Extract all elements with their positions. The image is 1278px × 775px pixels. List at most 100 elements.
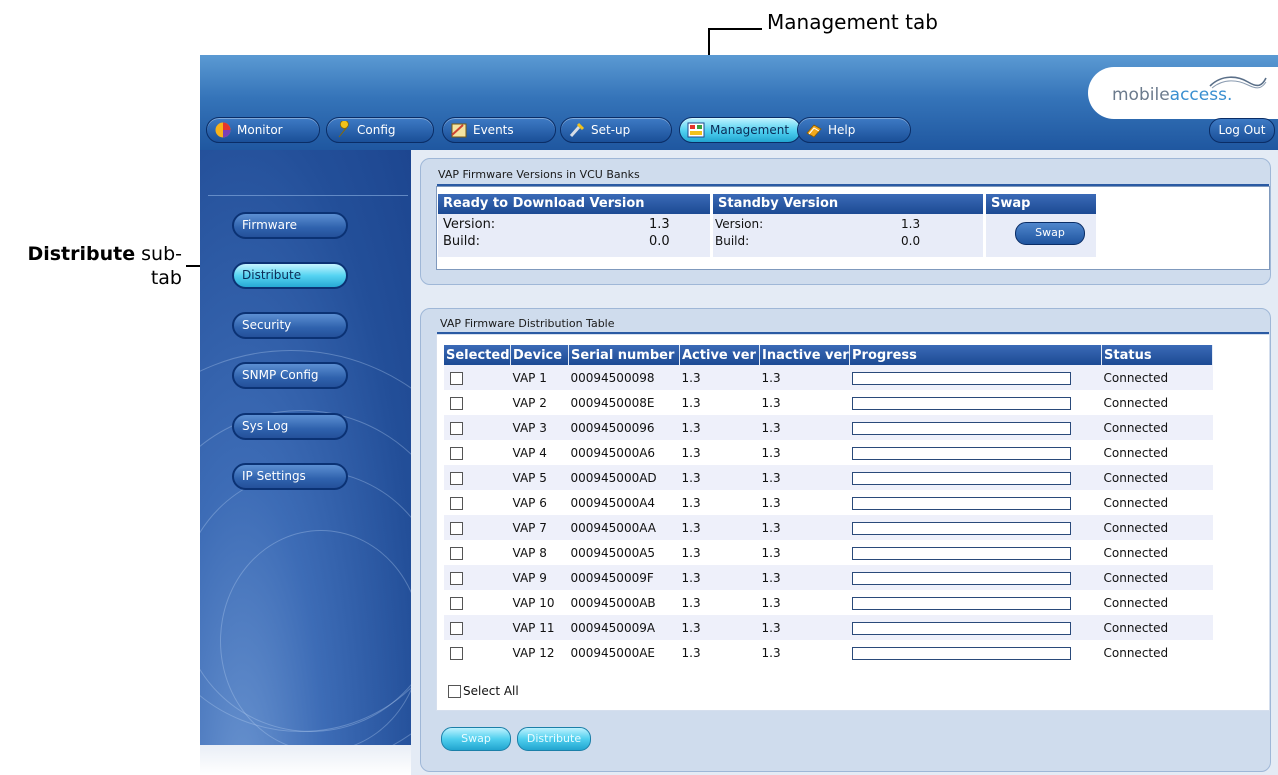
annotation-distribute-bold: Distribute — [27, 243, 136, 265]
select-all-checkbox[interactable] — [448, 685, 461, 698]
table-row: VAP 11 0009450009A 1.3 1.3 Connected — [444, 615, 1213, 640]
sidebar-item-snmp-config[interactable]: SNMP Config — [232, 362, 348, 389]
progress-bar — [851, 496, 1071, 510]
row-select-cell — [444, 490, 511, 515]
logo-text-accent: access. — [1169, 85, 1233, 105]
progress-cell — [849, 515, 1102, 540]
row-checkbox[interactable] — [450, 421, 463, 435]
status-cell: Connected — [1101, 565, 1213, 590]
sidebar-item-distribute[interactable]: Distribute — [232, 262, 348, 289]
row-checkbox[interactable] — [450, 446, 463, 460]
device-cell: VAP 7 — [510, 515, 569, 540]
table-row: VAP 7 000945000AA 1.3 1.3 Connected — [444, 515, 1213, 540]
device-cell: VAP 11 — [510, 615, 569, 640]
device-cell: VAP 9 — [510, 565, 569, 590]
row-checkbox[interactable] — [450, 371, 463, 385]
panel-title: VAP Firmware Versions in VCU Banks — [438, 168, 640, 181]
tab-help[interactable]: Help — [797, 117, 911, 143]
distribution-table: Selected Device Serial number Active ver… — [444, 345, 1213, 665]
progress-cell — [849, 565, 1102, 590]
tab-setup[interactable]: Set-up — [560, 117, 672, 143]
serial-number-cell: 000945000AB — [568, 590, 680, 615]
swap-header: Swap — [986, 194, 1096, 214]
status-cell: Connected — [1101, 390, 1213, 415]
serial-number-cell: 000945000AE — [568, 640, 680, 665]
column-header-active-ver: Active ver — [679, 345, 760, 365]
table-header-row: Selected Device Serial number Active ver… — [444, 345, 1213, 365]
row-checkbox[interactable] — [450, 546, 463, 560]
status-cell: Connected — [1101, 540, 1213, 565]
row-select-cell — [444, 540, 511, 565]
standby-version-label: Version: — [715, 217, 764, 231]
serial-number-cell: 0009450009F — [568, 565, 680, 590]
sidebar: Firmware Distribute Security SNMP Config… — [200, 150, 411, 745]
column-header-inactive-ver: Inactive ver — [759, 345, 850, 365]
row-select-cell — [444, 515, 511, 540]
content-area: VAP Firmware Versions in VCU Banks Ready… — [411, 150, 1278, 775]
row-select-cell — [444, 390, 511, 415]
row-checkbox[interactable] — [450, 646, 463, 660]
swap-button[interactable]: Swap — [441, 727, 511, 751]
serial-number-cell: 00094500098 — [568, 365, 680, 390]
inactive-ver-cell: 1.3 — [759, 615, 850, 640]
inactive-ver-cell: 1.3 — [759, 640, 850, 665]
row-checkbox[interactable] — [450, 496, 463, 510]
tab-events[interactable]: Events — [442, 117, 556, 143]
device-cell: VAP 10 — [510, 590, 569, 615]
swap-versions-button[interactable]: Swap — [1015, 222, 1085, 245]
distribute-button[interactable]: Distribute — [517, 727, 591, 751]
standby-version-value: 1.3 — [901, 217, 921, 231]
tab-config[interactable]: Config — [326, 117, 434, 143]
progress-cell — [849, 590, 1102, 615]
select-all[interactable]: Select All — [448, 684, 519, 698]
column-header-serial-number: Serial number — [568, 345, 680, 365]
ready-build-value: 0.0 — [649, 234, 670, 249]
row-checkbox[interactable] — [450, 396, 463, 410]
logout-button[interactable]: Log Out — [1209, 118, 1275, 143]
inactive-ver-cell: 1.3 — [759, 440, 850, 465]
active-ver-cell: 1.3 — [679, 565, 760, 590]
row-checkbox[interactable] — [450, 621, 463, 635]
active-ver-cell: 1.3 — [679, 490, 760, 515]
row-checkbox[interactable] — [450, 521, 463, 535]
tab-label: Config — [357, 123, 396, 137]
sidebar-item-firmware[interactable]: Firmware — [232, 212, 348, 239]
active-ver-cell: 1.3 — [679, 540, 760, 565]
sidebar-swirl-decoration — [200, 350, 411, 745]
inactive-ver-cell: 1.3 — [759, 565, 850, 590]
serial-number-cell: 000945000A4 — [568, 490, 680, 515]
status-cell: Connected — [1101, 365, 1213, 390]
table-row: VAP 6 000945000A4 1.3 1.3 Connected — [444, 490, 1213, 515]
progress-cell — [849, 390, 1102, 415]
row-checkbox[interactable] — [450, 571, 463, 585]
standby-version-header: Standby Version — [713, 194, 983, 214]
sidebar-item-ip-settings[interactable]: IP Settings — [232, 463, 348, 490]
row-checkbox[interactable] — [450, 471, 463, 485]
tab-management[interactable]: Management — [679, 117, 801, 143]
progress-cell — [849, 365, 1102, 390]
sidebar-item-sys-log[interactable]: Sys Log — [232, 413, 348, 440]
table-row: VAP 3 00094500096 1.3 1.3 Connected — [444, 415, 1213, 440]
column-header-device: Device — [510, 345, 569, 365]
panel-title: VAP Firmware Distribution Table — [440, 317, 615, 330]
standby-build-value: 0.0 — [901, 234, 921, 248]
active-ver-cell: 1.3 — [679, 515, 760, 540]
ready-version-label: Version: — [443, 217, 496, 232]
active-ver-cell: 1.3 — [679, 440, 760, 465]
serial-number-cell: 0009450008E — [568, 390, 680, 415]
tab-label: Set-up — [591, 123, 631, 137]
serial-number-cell: 000945000A5 — [568, 540, 680, 565]
inactive-ver-cell: 1.3 — [759, 465, 850, 490]
progress-bar — [851, 646, 1071, 660]
device-cell: VAP 3 — [510, 415, 569, 440]
table-row: VAP 9 0009450009F 1.3 1.3 Connected — [444, 565, 1213, 590]
tab-monitor[interactable]: Monitor — [206, 117, 320, 143]
row-select-cell — [444, 590, 511, 615]
row-checkbox[interactable] — [450, 596, 463, 610]
sidebar-item-security[interactable]: Security — [232, 312, 348, 339]
device-cell: VAP 12 — [510, 640, 569, 665]
inactive-ver-cell: 1.3 — [759, 365, 850, 390]
device-cell: VAP 5 — [510, 465, 569, 490]
active-ver-cell: 1.3 — [679, 390, 760, 415]
active-ver-cell: 1.3 — [679, 615, 760, 640]
